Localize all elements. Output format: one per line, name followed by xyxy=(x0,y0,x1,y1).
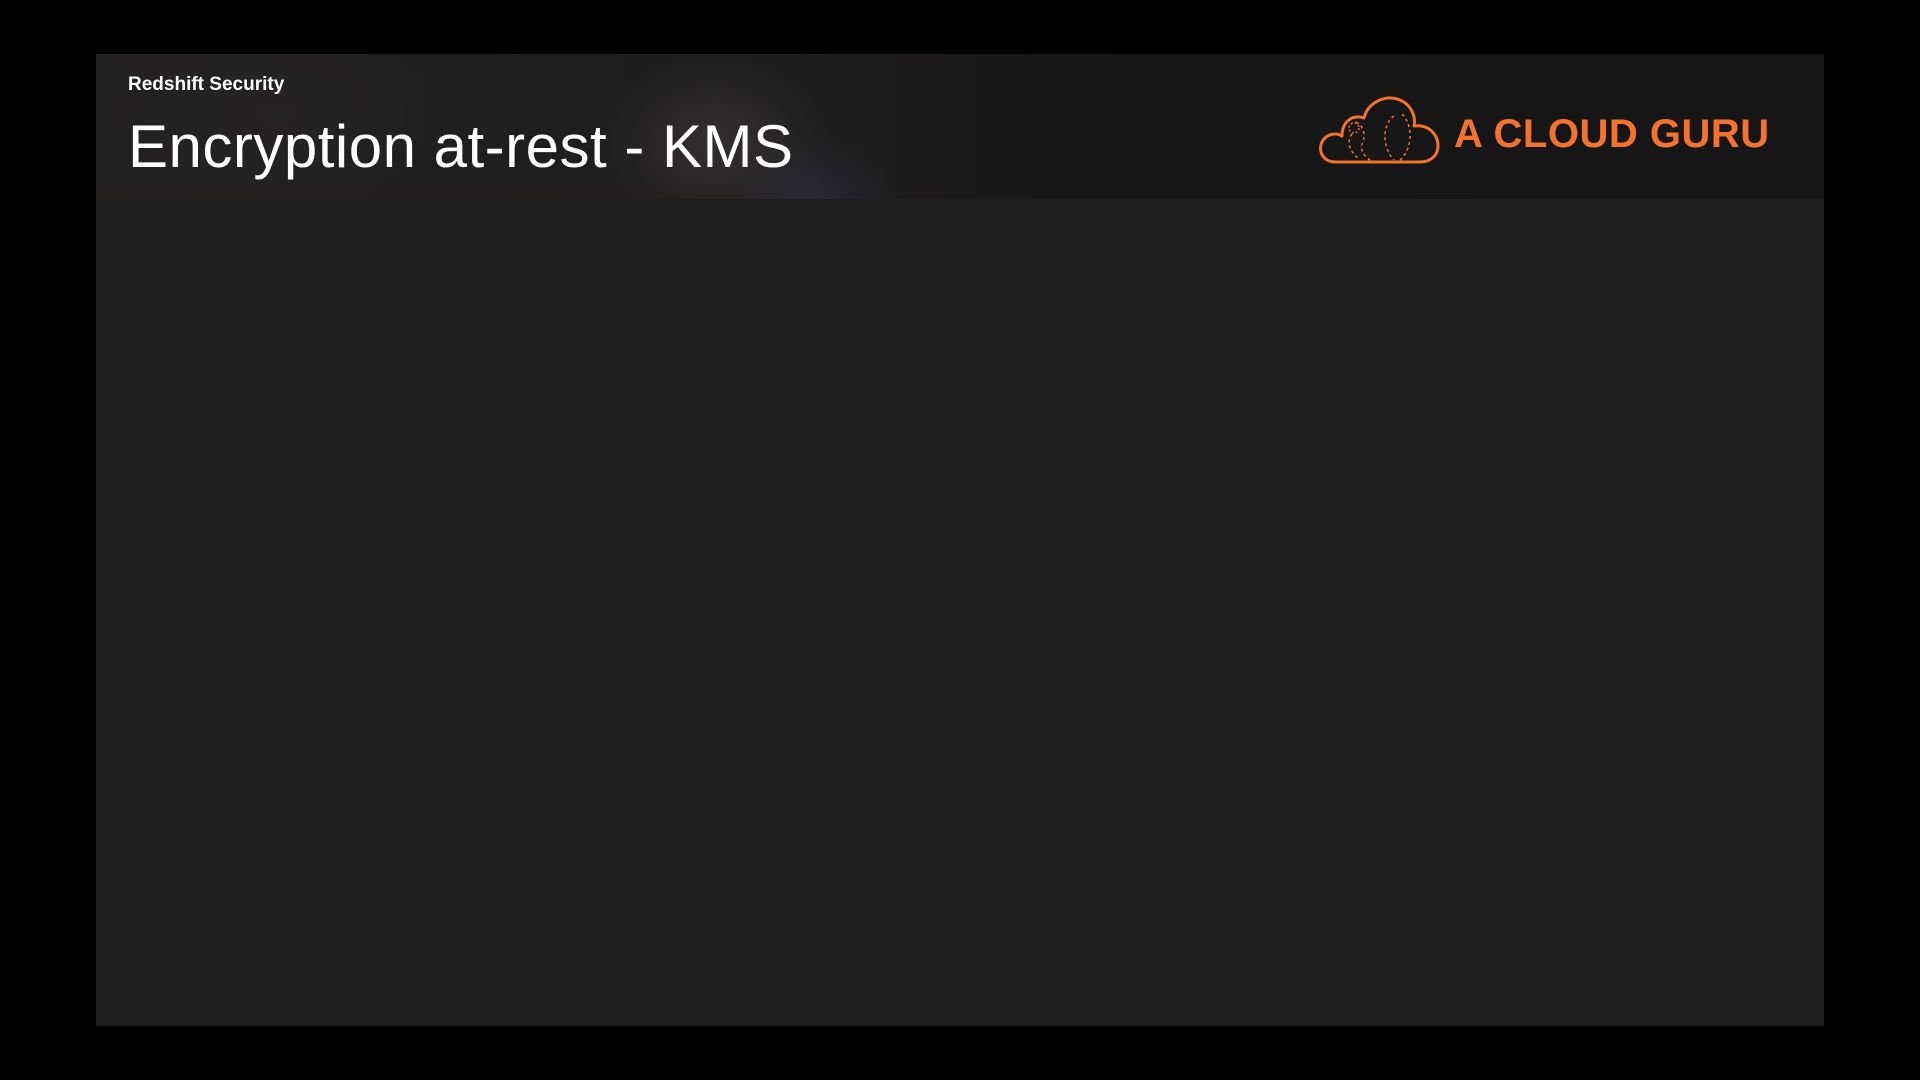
slide: Redshift Security Encryption at-rest - K… xyxy=(96,54,1824,1026)
slide-header: Redshift Security Encryption at-rest - K… xyxy=(96,54,1824,199)
brand-logo: A CLOUD GURU xyxy=(1316,92,1786,172)
brand-name: A CLOUD GURU xyxy=(1454,112,1770,156)
cloud-icon xyxy=(1319,96,1440,164)
section-label: Redshift Security xyxy=(128,74,285,95)
slide-content-area xyxy=(96,199,1824,1026)
slide-title: Encryption at-rest - KMS xyxy=(128,113,794,180)
